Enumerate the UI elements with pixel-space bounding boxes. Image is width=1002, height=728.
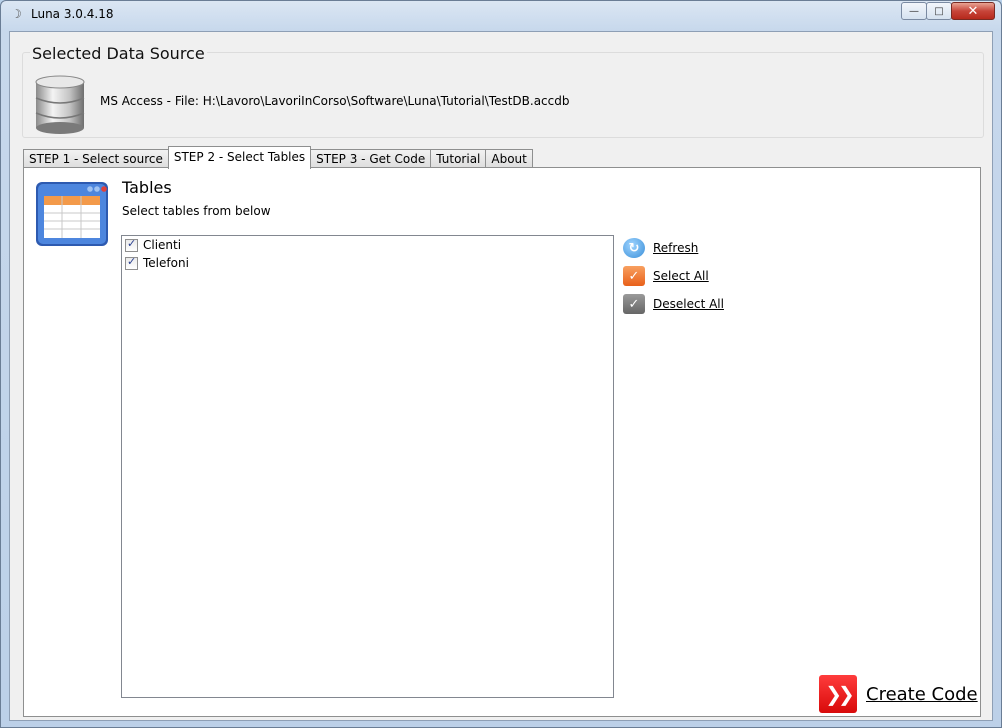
tab-step1[interactable]: STEP 1 - Select source [23,149,169,169]
select-all-link[interactable]: Select All [653,269,709,283]
table-name: Clienti [143,238,182,252]
deselect-all-link[interactable]: Deselect All [653,297,724,311]
tab-about[interactable]: About [485,149,533,169]
maximize-button[interactable]: □ [926,2,952,20]
close-button[interactable]: ✕ [951,2,995,20]
table-name: Telefoni [143,256,189,270]
table-window-icon [36,182,108,246]
list-item[interactable]: Telefoni [122,254,613,272]
tab-step2[interactable]: STEP 2 - Select Tables [167,146,312,169]
minimize-button[interactable]: — [901,2,927,20]
table-checkbox[interactable] [125,255,138,270]
tab-step3[interactable]: STEP 3 - Get Code [310,149,432,169]
double-chevron-right-icon[interactable]: ❯❯ [819,675,857,713]
client-area: Selected Data Source MS Access - File: H… [9,31,993,721]
caption-buttons: — □ ✕ [901,2,995,20]
tables-panel: Tables Select tables from below Clienti … [23,167,981,717]
refresh-link[interactable]: Refresh [653,241,698,255]
list-item[interactable]: Clienti [122,236,613,254]
panel-subtitle: Select tables from below [122,204,271,218]
table-checkbox[interactable] [125,237,138,252]
app-logo-icon: ☽ [11,7,22,21]
database-icon [35,75,85,134]
tables-listbox[interactable]: Clienti Telefoni [121,235,614,698]
create-code-action[interactable]: ❯❯ Create Code [819,675,978,713]
data-source-path: MS Access - File: H:\Lavoro\LavoriInCors… [100,94,570,108]
create-code-link[interactable]: Create Code [866,684,978,705]
window-title: Luna 3.0.4.18 [31,7,114,21]
refresh-action[interactable]: ↻ Refresh [623,238,698,258]
check-orange-icon[interactable]: ✓ [623,266,645,286]
check-gray-icon[interactable]: ✓ [623,294,645,314]
select-all-action[interactable]: ✓ Select All [623,266,709,286]
title-bar[interactable]: ☽ Luna 3.0.4.18 — □ ✕ [1,1,1001,27]
panel-title: Tables [122,178,172,197]
deselect-all-action[interactable]: ✓ Deselect All [623,294,724,314]
app-window: ☽ Luna 3.0.4.18 — □ ✕ Selected Data Sour… [0,0,1002,728]
step-tabs: STEP 1 - Select source STEP 2 - Select T… [23,146,533,169]
refresh-icon[interactable]: ↻ [623,238,645,258]
tab-tutorial[interactable]: Tutorial [430,149,487,169]
data-source-group-title: Selected Data Source [30,44,207,63]
